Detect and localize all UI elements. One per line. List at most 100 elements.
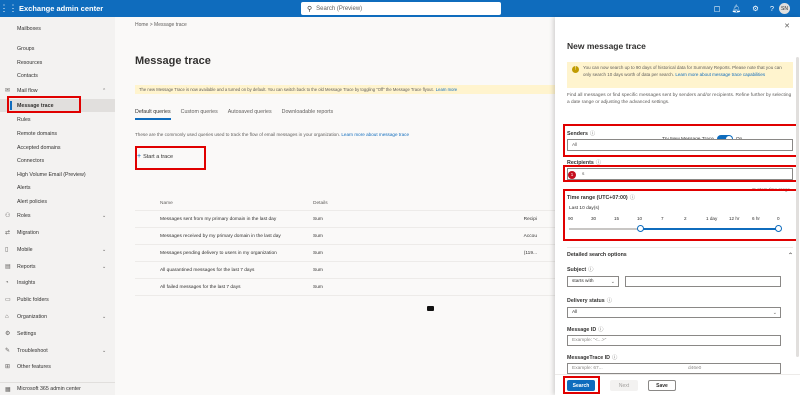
sidebar-item-rules[interactable]: Rules [0,113,115,126]
chevron-down-icon: ⌄ [102,246,107,253]
messagetrace-id-suffix: d46e0 [688,366,702,371]
troubleshoot-icon: ✎ [5,348,11,354]
sidebar: Mailboxes Groups Resources Contacts ✉ Mai… [0,17,115,395]
table-header: Name Details [135,197,555,211]
sidebar-item-roles[interactable]: ⚇ Roles ⌄ [0,209,115,222]
new-message-trace-flyout: ✕ New message trace ! You can now search… [555,17,800,395]
breadcrumb-separator: > [149,22,153,28]
app-title[interactable]: Exchange admin center [19,4,103,13]
notifications-icon[interactable]: 🔔︎ [732,4,742,13]
close-icon[interactable]: ✕ [784,22,790,30]
message-id-placeholder: Example: "<...>" [572,338,607,343]
tab-downloadable-reports[interactable]: Downloadable reports [282,109,334,120]
subject-operator-select[interactable]: starts with ⌄ [567,276,619,287]
avatar[interactable]: SN [779,3,790,14]
sidebar-item-alert-policies[interactable]: Alert policies [0,195,115,208]
info-icon[interactable]: ⓘ [598,327,603,333]
row-name: Messages sent from my primary domain in … [160,216,277,222]
table-row[interactable]: Messages pending delivery to users in my… [135,245,555,262]
info-icon[interactable]: ⓘ [588,267,593,273]
apps-icon[interactable]: ▢ [713,4,720,13]
highlight-search-button [563,376,600,394]
breadcrumb-home[interactable]: Home [135,22,148,28]
table-row[interactable]: Messages received by my primary domain i… [135,228,555,245]
row-details: Sum [313,250,323,256]
queries-table: Name Details Messages sent from my prima… [135,197,555,296]
roles-icon: ⚇ [5,213,11,219]
sidebar-item-insights[interactable]: ◔ Insights [0,276,115,289]
save-button[interactable]: Save [648,380,676,391]
query-tabs: Default queries Custom queries Autosaved… [135,109,333,120]
top-icons: ▢ 🔔︎ ⚙ ? [713,0,774,17]
tab-autosaved-queries[interactable]: Autosaved queries [228,109,272,120]
sidebar-item-organization[interactable]: ⌂ Organization ⌄ [0,310,115,323]
sidebar-item-troubleshoot[interactable]: ✎ Troubleshoot ⌄ [0,344,115,357]
description-link[interactable]: Learn more about message trace [341,132,409,137]
flyout-footer: Search Next Save [555,374,800,395]
sidebar-item-resources[interactable]: Resources [0,56,115,69]
messagetrace-id-label-text: MessageTrace ID [567,355,610,361]
column-header-details[interactable]: Details [313,201,453,206]
column-header-name[interactable]: Name [135,201,313,206]
warning-link[interactable]: Learn more about message trace capabilit… [675,72,765,77]
row-details: Sum [313,284,323,290]
gear-icon[interactable]: ⚙ [752,4,759,13]
sidebar-item-settings[interactable]: ⚙ Settings [0,327,115,340]
message-id-label-text: Message ID [567,327,597,333]
sidebar-item-high-volume-email[interactable]: High Volume Email (Preview) [0,168,115,181]
subject-input[interactable] [625,276,781,287]
search-icon: ⚲ [307,5,313,13]
table-row[interactable]: All failed messages for the last 7 days S… [135,279,555,296]
sidebar-item-mailboxes[interactable]: Mailboxes [0,22,115,35]
sidebar-item-mobile[interactable]: ▯ Mobile ⌄ [0,243,115,256]
row-extra: Accou [523,233,537,239]
sidebar-item-other-features[interactable]: ⊞ Other features [0,360,115,373]
sidebar-item-reports[interactable]: ▤ Reports ⌄ [0,260,115,273]
subject-label: Subject ⓘ [567,265,593,273]
warning-icon: ! [572,66,579,73]
banner-link[interactable]: Learn more [436,87,457,92]
table-row[interactable]: Messages sent from my primary domain in … [135,211,555,228]
mobile-icon: ▯ [5,247,9,253]
delivery-status-label-text: Delivery status [567,298,605,304]
messagetrace-id-placeholder: Example: 67... [572,366,603,371]
detailed-search-options-header[interactable]: Detailed search options ⌃ [567,247,793,259]
flyout-scrollbar[interactable] [796,57,799,357]
sidebar-item-accepted-domains[interactable]: Accepted domains [0,141,115,154]
chevron-down-icon: ⌄ [610,278,615,285]
chevron-down-icon: ⌄ [102,212,107,219]
next-button[interactable]: Next [610,380,638,391]
help-icon[interactable]: ? [770,4,774,13]
breadcrumb: Home > Message trace [135,22,187,28]
app-launcher-icon[interactable]: ⋮⋮ [0,0,18,17]
other-features-icon: ⊞ [5,364,11,370]
messagetrace-id-input[interactable]: Example: 67... d46e0 [567,363,781,374]
subject-label-text: Subject [567,267,587,273]
chevron-up-icon: ⌃ [787,253,793,259]
tab-custom-queries[interactable]: Custom queries [181,109,218,120]
sidebar-item-contacts[interactable]: Contacts [0,69,115,82]
description-text: These are the commonly used queries used… [135,132,341,137]
banner-text: The new Message Trace is now available a… [139,87,434,92]
search-box[interactable]: ⚲ Search (Preview) [301,2,501,15]
sidebar-item-groups[interactable]: Groups [0,42,115,55]
sidebar-item-remote-domains[interactable]: Remote domains [0,127,115,140]
delivery-status-select[interactable]: All ⌄ [567,307,781,318]
sidebar-item-m365-admin-center[interactable]: ▦ Microsoft 365 admin center [0,382,115,395]
info-icon[interactable]: ⓘ [607,298,612,304]
tab-default-queries[interactable]: Default queries [135,109,171,120]
sidebar-item-connectors[interactable]: Connectors [0,154,115,167]
sidebar-item-public-folders[interactable]: ▭ Public folders [0,293,115,306]
m365-icon: ▦ [5,386,11,393]
highlight-recipients [563,165,798,182]
sidebar-item-migration[interactable]: ⇄ Migration [0,226,115,239]
sidebar-item-alerts[interactable]: Alerts [0,181,115,194]
chevron-down-icon: ⌄ [772,309,777,316]
row-details: Sum [313,233,323,239]
insights-icon: ◔ [5,279,9,286]
message-id-input[interactable]: Example: "<...>" [567,335,781,346]
queries-description: These are the commonly used queries used… [135,132,409,137]
highlight-message-trace [7,96,81,113]
table-row[interactable]: All quarantined messages for the last 7 … [135,262,555,279]
info-icon[interactable]: ⓘ [612,355,617,361]
